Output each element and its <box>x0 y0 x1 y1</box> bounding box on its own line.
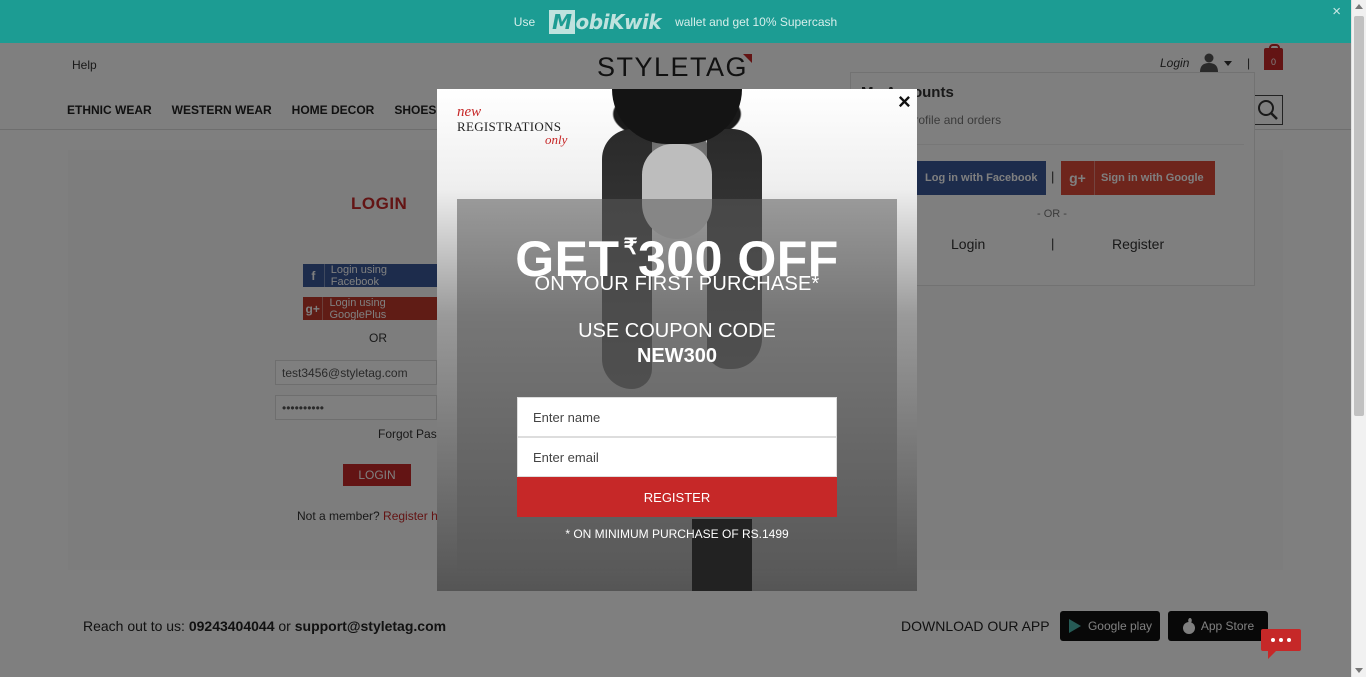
page: Use MobiKwik wallet and get 10% Supercas… <box>0 0 1366 677</box>
register-button[interactable]: REGISTER <box>517 477 837 517</box>
mobikwik-logo: MobiKwik <box>549 9 662 34</box>
promo-bar: Use MobiKwik wallet and get 10% Supercas… <box>0 0 1351 43</box>
promo-prefix: Use <box>513 14 536 29</box>
rupee-icon: ₹ <box>623 234 638 259</box>
scroll-up-icon[interactable] <box>1355 4 1363 9</box>
promo-close-icon[interactable]: × <box>1332 3 1341 20</box>
email-input[interactable] <box>517 437 837 477</box>
scroll-thumb[interactable] <box>1354 16 1364 416</box>
offer-subheadline: ON YOUR FIRST PURCHASE* <box>534 273 820 295</box>
name-input[interactable] <box>517 397 837 437</box>
registration-modal: new REGISTRATIONS only × GET ₹300 OFF ON … <box>437 89 917 591</box>
scrollbar[interactable] <box>1351 0 1366 677</box>
coupon-label: USE COUPON CODE <box>578 320 776 342</box>
scroll-down-icon[interactable] <box>1355 668 1363 673</box>
promo-suffix: wallet and get 10% Supercash <box>675 14 838 29</box>
new-registrations-badge: new REGISTRATIONS only <box>457 104 568 147</box>
minimum-purchase-note: * ON MINIMUM PURCHASE OF RS.1499 <box>565 527 789 541</box>
chat-icon[interactable] <box>1260 627 1302 661</box>
modal-close-icon[interactable]: × <box>898 89 911 115</box>
coupon-code: NEW300 <box>636 345 718 367</box>
